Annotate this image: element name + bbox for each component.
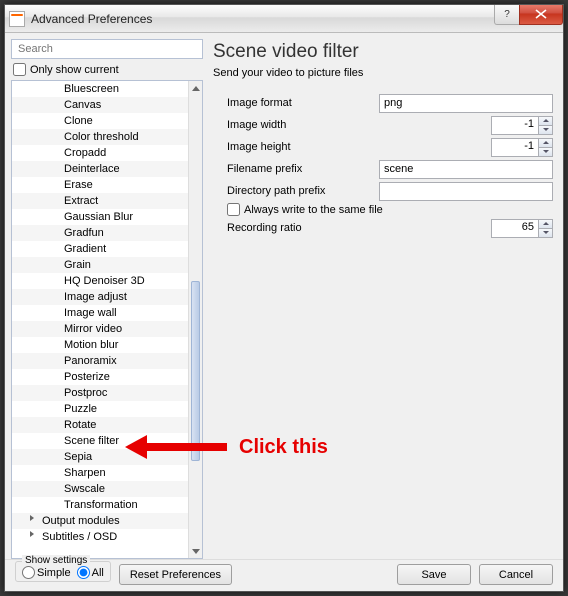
show-settings-legend: Show settings <box>22 555 90 566</box>
only-show-current-checkbox[interactable] <box>13 63 26 76</box>
tree-item[interactable]: Panoramix <box>12 353 188 369</box>
tree-scrollbar[interactable] <box>188 81 202 558</box>
reset-preferences-button[interactable]: Reset Preferences <box>119 564 232 585</box>
tree-item[interactable]: Gradient <box>12 241 188 257</box>
tree-item[interactable]: Gaussian Blur <box>12 209 188 225</box>
save-button[interactable]: Save <box>397 564 471 585</box>
tree-item[interactable]: Extract <box>12 193 188 209</box>
tree-item[interactable]: Scene filter <box>12 433 188 449</box>
tree-item[interactable]: Gradfun <box>12 225 188 241</box>
height-spinner[interactable] <box>538 139 552 156</box>
scroll-up-arrow[interactable] <box>189 81 202 95</box>
tree-item[interactable]: Canvas <box>12 97 188 113</box>
all-radio[interactable] <box>77 566 90 579</box>
recording-ratio-input[interactable]: 65 <box>491 219 553 238</box>
show-settings-group: Show settings Simple All <box>15 561 111 582</box>
image-height-row: Image height -1 <box>213 137 553 157</box>
search-input[interactable] <box>11 39 203 59</box>
recording-ratio-row: Recording ratio 65 <box>213 218 553 238</box>
only-show-current-row: Only show current <box>13 63 203 76</box>
close-button[interactable] <box>519 5 563 25</box>
image-width-row: Image width -1 <box>213 115 553 135</box>
image-width-input[interactable]: -1 <box>491 116 553 135</box>
settings-tree: BluescreenCanvasCloneColor thresholdCrop… <box>11 80 203 559</box>
window-title: Advanced Preferences <box>31 12 495 26</box>
tree-item[interactable]: Image adjust <box>12 289 188 305</box>
recording-ratio-label: Recording ratio <box>213 222 373 234</box>
tree-item[interactable]: Deinterlace <box>12 161 188 177</box>
tree-item[interactable]: Erase <box>12 177 188 193</box>
cancel-button[interactable]: Cancel <box>479 564 553 585</box>
help-button[interactable]: ? <box>494 5 520 25</box>
tree-item[interactable]: Rotate <box>12 417 188 433</box>
directory-prefix-input[interactable] <box>379 182 553 201</box>
tree-item[interactable]: Image wall <box>12 305 188 321</box>
tree-item[interactable]: Sharpen <box>12 465 188 481</box>
always-write-row: Always write to the same file <box>213 203 553 216</box>
scroll-down-arrow[interactable] <box>189 544 202 558</box>
simple-radio[interactable] <box>22 566 35 579</box>
app-icon <box>9 11 25 27</box>
tree-item[interactable]: Swscale <box>12 481 188 497</box>
tree-item[interactable]: Transformation <box>12 497 188 513</box>
tree-item[interactable]: Mirror video <box>12 321 188 337</box>
page-subheading: Send your video to picture files <box>213 67 553 79</box>
tree-item[interactable]: Color threshold <box>12 129 188 145</box>
titlebar: Advanced Preferences ? <box>5 5 563 33</box>
tree-item[interactable]: Grain <box>12 257 188 273</box>
image-format-input[interactable] <box>379 94 553 113</box>
caret-right-icon <box>30 531 38 539</box>
always-write-label: Always write to the same file <box>244 204 383 216</box>
scroll-thumb[interactable] <box>191 281 200 461</box>
only-show-current-label: Only show current <box>30 64 119 76</box>
always-write-checkbox[interactable] <box>227 203 240 216</box>
filename-prefix-label: Filename prefix <box>213 163 373 175</box>
directory-prefix-row: Directory path prefix <box>213 181 553 201</box>
tree-item[interactable]: Posterize <box>12 369 188 385</box>
simple-radio-label[interactable]: Simple <box>22 566 71 579</box>
width-spinner[interactable] <box>538 117 552 134</box>
tree-item[interactable]: Puzzle <box>12 401 188 417</box>
directory-prefix-label: Directory path prefix <box>213 185 373 197</box>
caret-right-icon <box>30 515 38 523</box>
main-panel: Scene video filter Send your video to pi… <box>209 39 557 559</box>
window-buttons: ? <box>495 5 563 25</box>
image-height-label: Image height <box>213 141 373 153</box>
footer: Show settings Simple All Reset Preferenc… <box>5 559 563 589</box>
tree-item[interactable]: Postproc <box>12 385 188 401</box>
tree-group[interactable]: Subtitles / OSD <box>12 529 188 545</box>
image-width-label: Image width <box>213 119 373 131</box>
tree-item[interactable]: Sepia <box>12 449 188 465</box>
tree-item[interactable]: Bluescreen <box>12 81 188 97</box>
sidebar: Only show current BluescreenCanvasCloneC… <box>11 39 203 559</box>
tree-item[interactable]: Cropadd <box>12 145 188 161</box>
image-format-label: Image format <box>213 97 373 109</box>
tree-item[interactable]: HQ Denoiser 3D <box>12 273 188 289</box>
image-format-row: Image format <box>213 93 553 113</box>
tree-group[interactable]: Output modules <box>12 513 188 529</box>
all-radio-label[interactable]: All <box>77 566 104 579</box>
filename-prefix-row: Filename prefix <box>213 159 553 179</box>
tree-item[interactable]: Motion blur <box>12 337 188 353</box>
content-area: Only show current BluescreenCanvasCloneC… <box>5 33 563 559</box>
page-heading: Scene video filter <box>213 41 553 63</box>
filename-prefix-input[interactable] <box>379 160 553 179</box>
preferences-window: Advanced Preferences ? Only show current… <box>4 4 564 592</box>
ratio-spinner[interactable] <box>538 220 552 237</box>
tree-item[interactable]: Clone <box>12 113 188 129</box>
image-height-input[interactable]: -1 <box>491 138 553 157</box>
